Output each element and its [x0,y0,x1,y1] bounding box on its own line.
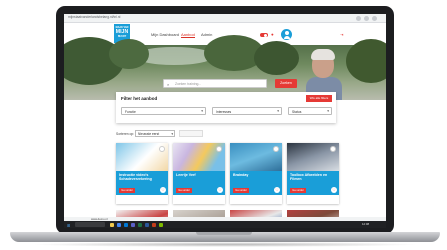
select-label: Functie [125,109,136,114]
logo-text-bottom: BUURT [117,35,127,38]
card-badge-icon [159,146,165,152]
profile-icon[interactable] [372,16,377,21]
hero-tree [346,39,386,83]
card-band: Leertje Verf Ga verder ♡ [173,171,225,195]
favorite-icon[interactable]: ♡ [331,187,337,193]
favorite-icon[interactable]: ♡ [217,187,223,193]
reset-filters-button[interactable]: Wis alle filters [306,95,332,102]
course-card[interactable]: Brainday Ga verder ♡ [230,143,282,204]
filter-panel: Filter het aanbod Wis alle filters Funct… [116,92,336,123]
search-button[interactable]: Zoeken [275,79,297,88]
windows-taskbar: ⊞ 12:08 [64,221,386,228]
select-label: Status [292,109,302,114]
mode-toggle[interactable] [260,33,268,37]
taskbar-clock[interactable]: 12:08 [362,222,369,226]
search-placeholder: Zoeken training... [175,82,202,87]
nav-admin[interactable]: Admin [201,32,212,37]
card-badge-icon [330,146,336,152]
filter-select-functie[interactable]: Functie ▾ [121,107,206,115]
sort-select[interactable]: Nieuwste eerst ▾ [135,130,175,137]
person-hair [311,49,335,60]
hero-tree [109,39,149,69]
chevron-down-icon: ▾ [327,109,329,113]
card-badge-icon [273,146,279,152]
card-band: Brainday Ga verder ♡ [230,171,282,195]
browser-icon[interactable] [117,222,121,227]
card-continue-button[interactable]: Ga verder [233,188,249,193]
filter-title: Filter het aanbod [121,96,158,101]
chevron-down-icon: ▾ [201,109,203,113]
teams-icon[interactable] [131,222,135,227]
card-badge-icon [216,146,222,152]
excel-icon[interactable] [138,222,142,227]
nav-aanbod[interactable]: Aanbod [181,32,195,38]
card-continue-button[interactable]: Ga verder [119,188,135,193]
chevron-down-icon: ▾ [277,109,279,113]
browser-url[interactable]: mijnstaatvanderlandsbelang.nl/tnl.nl [68,15,120,19]
search-icon: ⌕ [167,81,170,87]
card-title: Toolbox Afbeelden en Filmen [290,173,328,182]
taskbar-search[interactable] [75,222,105,227]
course-card[interactable]: Leertje Verf Ga verder ♡ [173,143,225,204]
hero-tree [254,41,299,75]
laptop-shadow [30,242,420,247]
card-title: Instructie video's Schadeverzekering [119,173,152,182]
card-footer [116,195,168,204]
card-title: Leertje Verf [176,173,196,177]
extension-icon[interactable] [356,16,361,21]
card-footer [230,195,282,204]
extension-icon[interactable] [364,16,369,21]
card-continue-button[interactable]: Ga verder [290,188,306,193]
windows-start-icon[interactable]: ⊞ [67,223,70,228]
card-footer [287,195,339,204]
filter-select-status[interactable]: Status ▾ [288,107,332,115]
outlook-icon[interactable] [124,222,128,227]
card-band: Instructie video's Schadeverzekering Ga … [116,171,168,195]
search-input[interactable]: ⌕ Zoeken training... [163,79,267,88]
course-card[interactable]: Instructie video's Schadeverzekering Ga … [116,143,168,204]
laptop-notch [196,232,252,235]
browser-address-bar[interactable]: mijnstaatvanderlandsbelang.nl/tnl.nl [64,14,386,23]
logout-icon[interactable]: ⇥ [340,32,343,37]
favorite-icon[interactable]: ♡ [274,187,280,193]
view-toggle[interactable] [179,130,203,137]
card-band: Toolbox Afbeelden en Filmen Ga verder ♡ [287,171,339,195]
notification-icon[interactable]: ● [271,32,274,37]
file-explorer-icon[interactable] [110,222,114,227]
nav-dashboard[interactable]: Mijn Dashboard [151,32,179,37]
card-title: Brainday [233,173,249,177]
app-icon[interactable] [159,222,163,227]
filter-select-interesses[interactable]: Interesses ▾ [212,107,282,115]
favorite-icon[interactable]: ♡ [160,187,166,193]
card-continue-button[interactable]: Ga verder [176,188,192,193]
user-avatar[interactable] [281,29,292,40]
powerpoint-icon[interactable] [152,222,156,227]
word-icon[interactable] [145,222,149,227]
select-label: Interesses [216,109,232,114]
chevron-down-icon: ▾ [171,131,173,136]
card-footer [173,195,225,204]
sort-value: Nieuwste eerst [138,132,160,137]
sort-label: Sorteren op: [116,132,135,136]
course-card[interactable]: Toolbox Afbeelden en Filmen Ga verder ♡ [287,143,339,204]
laptop-screen: mijnstaatvanderlandsbelang.nl/tnl.nl MAA… [64,14,386,228]
